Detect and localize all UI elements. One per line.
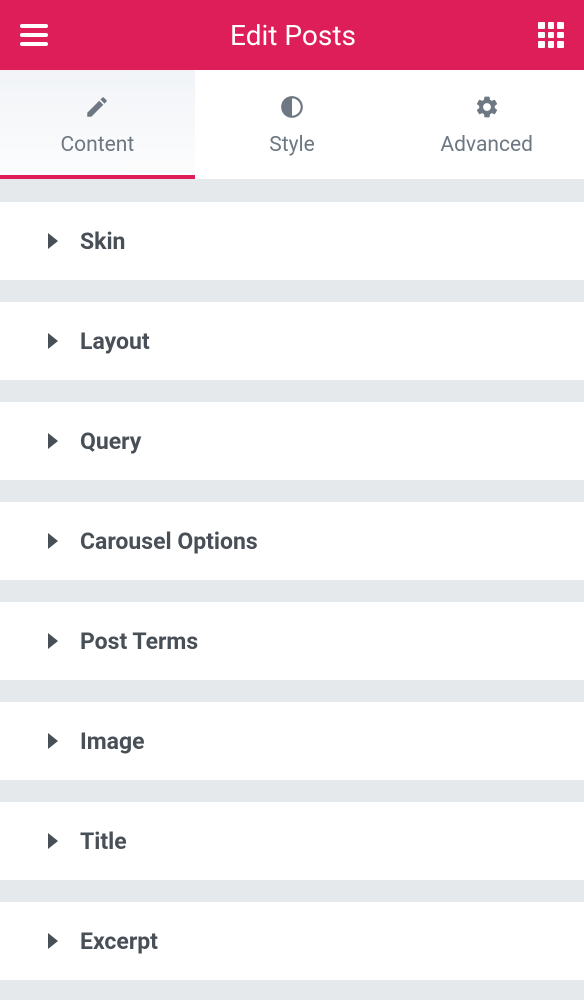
tab-style[interactable]: Style — [195, 70, 390, 179]
section-image[interactable]: Image — [0, 702, 584, 780]
section-gap — [0, 580, 584, 602]
header-title: Edit Posts — [48, 19, 538, 52]
tab-label: Content — [60, 133, 134, 157]
section-gap — [0, 380, 584, 402]
section-title: Image — [80, 728, 145, 755]
tab-content[interactable]: Content — [0, 70, 195, 179]
section-gap — [0, 180, 584, 202]
caret-right-icon — [48, 833, 58, 849]
contrast-icon — [278, 93, 306, 121]
section-skin[interactable]: Skin — [0, 202, 584, 280]
header-bar: Edit Posts — [0, 0, 584, 70]
caret-right-icon — [48, 733, 58, 749]
section-title: Title — [80, 828, 127, 855]
section-post-terms[interactable]: Post Terms — [0, 602, 584, 680]
section-title: Layout — [80, 328, 150, 355]
section-excerpt[interactable]: Excerpt — [0, 902, 584, 980]
section-title: Excerpt — [80, 928, 158, 955]
section-query[interactable]: Query — [0, 402, 584, 480]
section-gap — [0, 680, 584, 702]
section-gap — [0, 280, 584, 302]
section-layout[interactable]: Layout — [0, 302, 584, 380]
section-title: Query — [80, 428, 141, 455]
section-gap — [0, 880, 584, 902]
caret-right-icon — [48, 333, 58, 349]
tab-label: Style — [269, 133, 315, 157]
caret-right-icon — [48, 633, 58, 649]
section-title: Post Terms — [80, 628, 198, 655]
tab-advanced[interactable]: Advanced — [389, 70, 584, 179]
section-title: Carousel Options — [80, 528, 258, 555]
caret-right-icon — [48, 233, 58, 249]
gear-icon — [473, 93, 501, 121]
pencil-icon — [83, 93, 111, 121]
section-gap — [0, 480, 584, 502]
section-carousel-options[interactable]: Carousel Options — [0, 502, 584, 580]
section-gap — [0, 780, 584, 802]
caret-right-icon — [48, 433, 58, 449]
caret-right-icon — [48, 933, 58, 949]
apps-grid-icon[interactable] — [538, 22, 564, 48]
section-title-section[interactable]: Title — [0, 802, 584, 880]
tab-label: Advanced — [440, 133, 533, 157]
sections-container: Skin Layout Query Carousel Options Post … — [0, 180, 584, 980]
hamburger-icon[interactable] — [20, 24, 48, 46]
tabs-container: Content Style Advanced — [0, 70, 584, 180]
section-title: Skin — [80, 228, 125, 255]
caret-right-icon — [48, 533, 58, 549]
